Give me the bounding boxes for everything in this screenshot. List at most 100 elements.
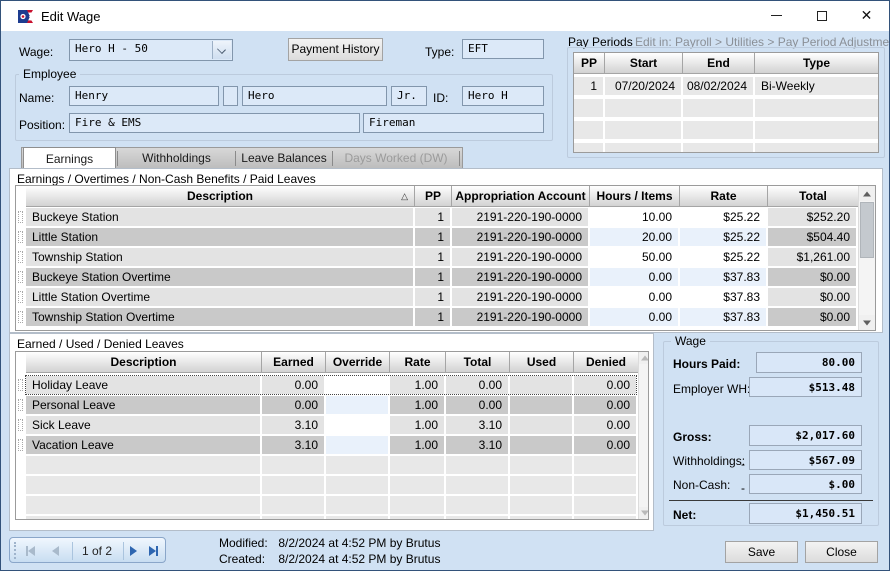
minimize-button[interactable]	[754, 1, 799, 31]
drag-grip-icon[interactable]	[14, 542, 18, 559]
leave-denied-cell: 0.00	[574, 376, 636, 394]
leave-override-cell[interactable]	[326, 376, 388, 394]
earnings-rate-cell[interactable]: $37.83	[680, 268, 766, 286]
earnings-hours-cell[interactable]: 0.00	[590, 268, 678, 286]
withholdings-minus-sign: -	[741, 457, 745, 471]
leave-override-cell[interactable]	[326, 436, 388, 454]
created-label: Created:	[219, 552, 275, 566]
leave-override-cell[interactable]	[326, 396, 388, 414]
pp-empty-cell	[755, 99, 878, 117]
record-position: 1 of 2	[82, 544, 112, 558]
earnings-table: Description △ PP Appropriation Account H…	[15, 185, 876, 331]
leaves-row: Vacation Leave 3.10 1.00 3.10 0.00	[16, 436, 648, 454]
last-name-field[interactable]: Hero	[242, 86, 387, 106]
earnings-description-cell: Little Station Overtime	[26, 288, 413, 306]
sort-ascending-icon[interactable]: △	[401, 186, 408, 207]
earnings-hours-cell[interactable]: 20.00	[590, 228, 678, 246]
earnings-hours-cell[interactable]: 0.00	[590, 288, 678, 306]
chevron-down-icon[interactable]	[212, 41, 231, 59]
leave-description-cell: Sick Leave	[26, 416, 260, 434]
row-marker-icon	[18, 231, 23, 243]
pp-empty-cell	[574, 143, 603, 153]
earnings-pp-cell: 1	[415, 248, 450, 266]
leave-used-cell	[510, 396, 572, 414]
pp-empty-cell	[683, 143, 753, 153]
save-button[interactable]: Save	[725, 541, 798, 563]
earnings-rate-cell[interactable]: $25.22	[680, 248, 766, 266]
earnings-hours-cell[interactable]: 10.00	[590, 208, 678, 226]
pp-empty-cell	[605, 143, 681, 153]
earnings-rate-cell[interactable]: $25.22	[680, 208, 766, 226]
earnings-section-label: Earnings / Overtimes / Non-Cash Benefits…	[17, 172, 316, 186]
earnings-pp-cell: 1	[415, 288, 450, 306]
id-label: ID:	[433, 91, 448, 105]
last-record-button[interactable]	[149, 543, 158, 559]
job-title-field[interactable]: Fireman	[363, 113, 544, 133]
leaves-header-used: Used	[510, 352, 574, 373]
position-field[interactable]: Fire & EMS	[69, 113, 360, 133]
earnings-total-cell: $252.20	[768, 208, 856, 226]
earnings-total-cell: $1,261.00	[768, 248, 856, 266]
close-icon: ✕	[861, 8, 873, 24]
leave-override-cell[interactable]	[326, 416, 388, 434]
earnings-rate-cell[interactable]: $37.83	[680, 308, 766, 326]
leave-total-cell: 0.00	[446, 396, 508, 414]
leave-earned-cell: 0.00	[262, 376, 324, 394]
first-name-field[interactable]: Henry	[69, 86, 219, 106]
leaves-row: Personal Leave 0.00 1.00 0.00 0.00	[16, 396, 648, 414]
pp-empty-cell	[755, 143, 878, 153]
leaves-empty-row	[16, 516, 648, 520]
modified-label: Modified:	[219, 536, 275, 550]
earnings-rate-cell[interactable]: $25.22	[680, 228, 766, 246]
wage-select[interactable]: Hero H - 50	[69, 39, 233, 61]
employer-wh-label: Employer WH:	[673, 382, 750, 396]
next-record-button[interactable]	[130, 543, 137, 559]
earnings-scrollbar[interactable]	[858, 186, 875, 330]
earnings-hours-cell[interactable]: 0.00	[590, 308, 678, 326]
titlebar: Edit Wage ✕	[1, 1, 889, 31]
payment-history-button[interactable]: Payment History	[288, 38, 383, 61]
earnings-total-cell: $0.00	[768, 268, 856, 286]
previous-record-button	[52, 543, 59, 559]
earnings-total-cell: $0.00	[768, 308, 856, 326]
edit-wage-window: Edit Wage ✕ Wage: Hero H - 50 Payment Hi…	[0, 0, 890, 571]
row-marker-icon	[18, 251, 23, 263]
scroll-down-icon[interactable]	[639, 507, 649, 519]
suffix-field[interactable]: Jr.	[391, 86, 427, 106]
middle-initial-field[interactable]	[223, 86, 238, 106]
scroll-up-icon[interactable]	[859, 186, 875, 201]
leaves-scrollbar[interactable]	[638, 352, 649, 519]
pp-empty-cell	[605, 99, 681, 117]
earnings-header-total: Total	[768, 186, 858, 207]
close-button[interactable]: Close	[805, 541, 878, 563]
row-marker-icon	[18, 419, 23, 431]
tab-leave-balances[interactable]: Leave Balances	[236, 148, 332, 169]
scroll-up-icon[interactable]	[639, 352, 649, 364]
earnings-description-cell: Township Station	[26, 248, 413, 266]
earnings-row: Little Station Overtime 1 2191-220-190-0…	[16, 288, 875, 306]
close-window-button[interactable]: ✕	[844, 1, 889, 31]
earnings-rate-cell[interactable]: $37.83	[680, 288, 766, 306]
maximize-button[interactable]	[799, 1, 844, 31]
earnings-header-hours: Hours / Items	[590, 186, 680, 207]
record-navigator: 1 of 2	[9, 537, 166, 563]
wage-summary-label: Wage	[671, 334, 710, 348]
tab-withholdings[interactable]: Withholdings	[118, 148, 235, 169]
type-field[interactable]: EFT	[462, 39, 544, 59]
earnings-hours-cell[interactable]: 50.00	[590, 248, 678, 266]
employee-id-field[interactable]: Hero H	[462, 86, 544, 106]
earnings-row: Township Station 1 2191-220-190-0000 50.…	[16, 248, 875, 266]
scroll-down-icon[interactable]	[859, 315, 875, 330]
pp-start-cell: 07/20/2024	[605, 77, 681, 95]
earnings-pp-cell: 1	[415, 228, 450, 246]
earnings-account-cell: 2191-220-190-0000	[452, 208, 588, 226]
tab-earnings[interactable]: Earnings	[23, 147, 116, 170]
scrollbar-thumb[interactable]	[860, 202, 874, 258]
earnings-pp-cell: 1	[415, 268, 450, 286]
leave-rate-cell: 1.00	[390, 396, 444, 414]
ohio-flag-icon	[17, 8, 34, 25]
leave-denied-cell: 0.00	[574, 416, 636, 434]
maximize-icon	[817, 11, 827, 21]
leave-used-cell	[510, 376, 572, 394]
earnings-account-cell: 2191-220-190-0000	[452, 288, 588, 306]
